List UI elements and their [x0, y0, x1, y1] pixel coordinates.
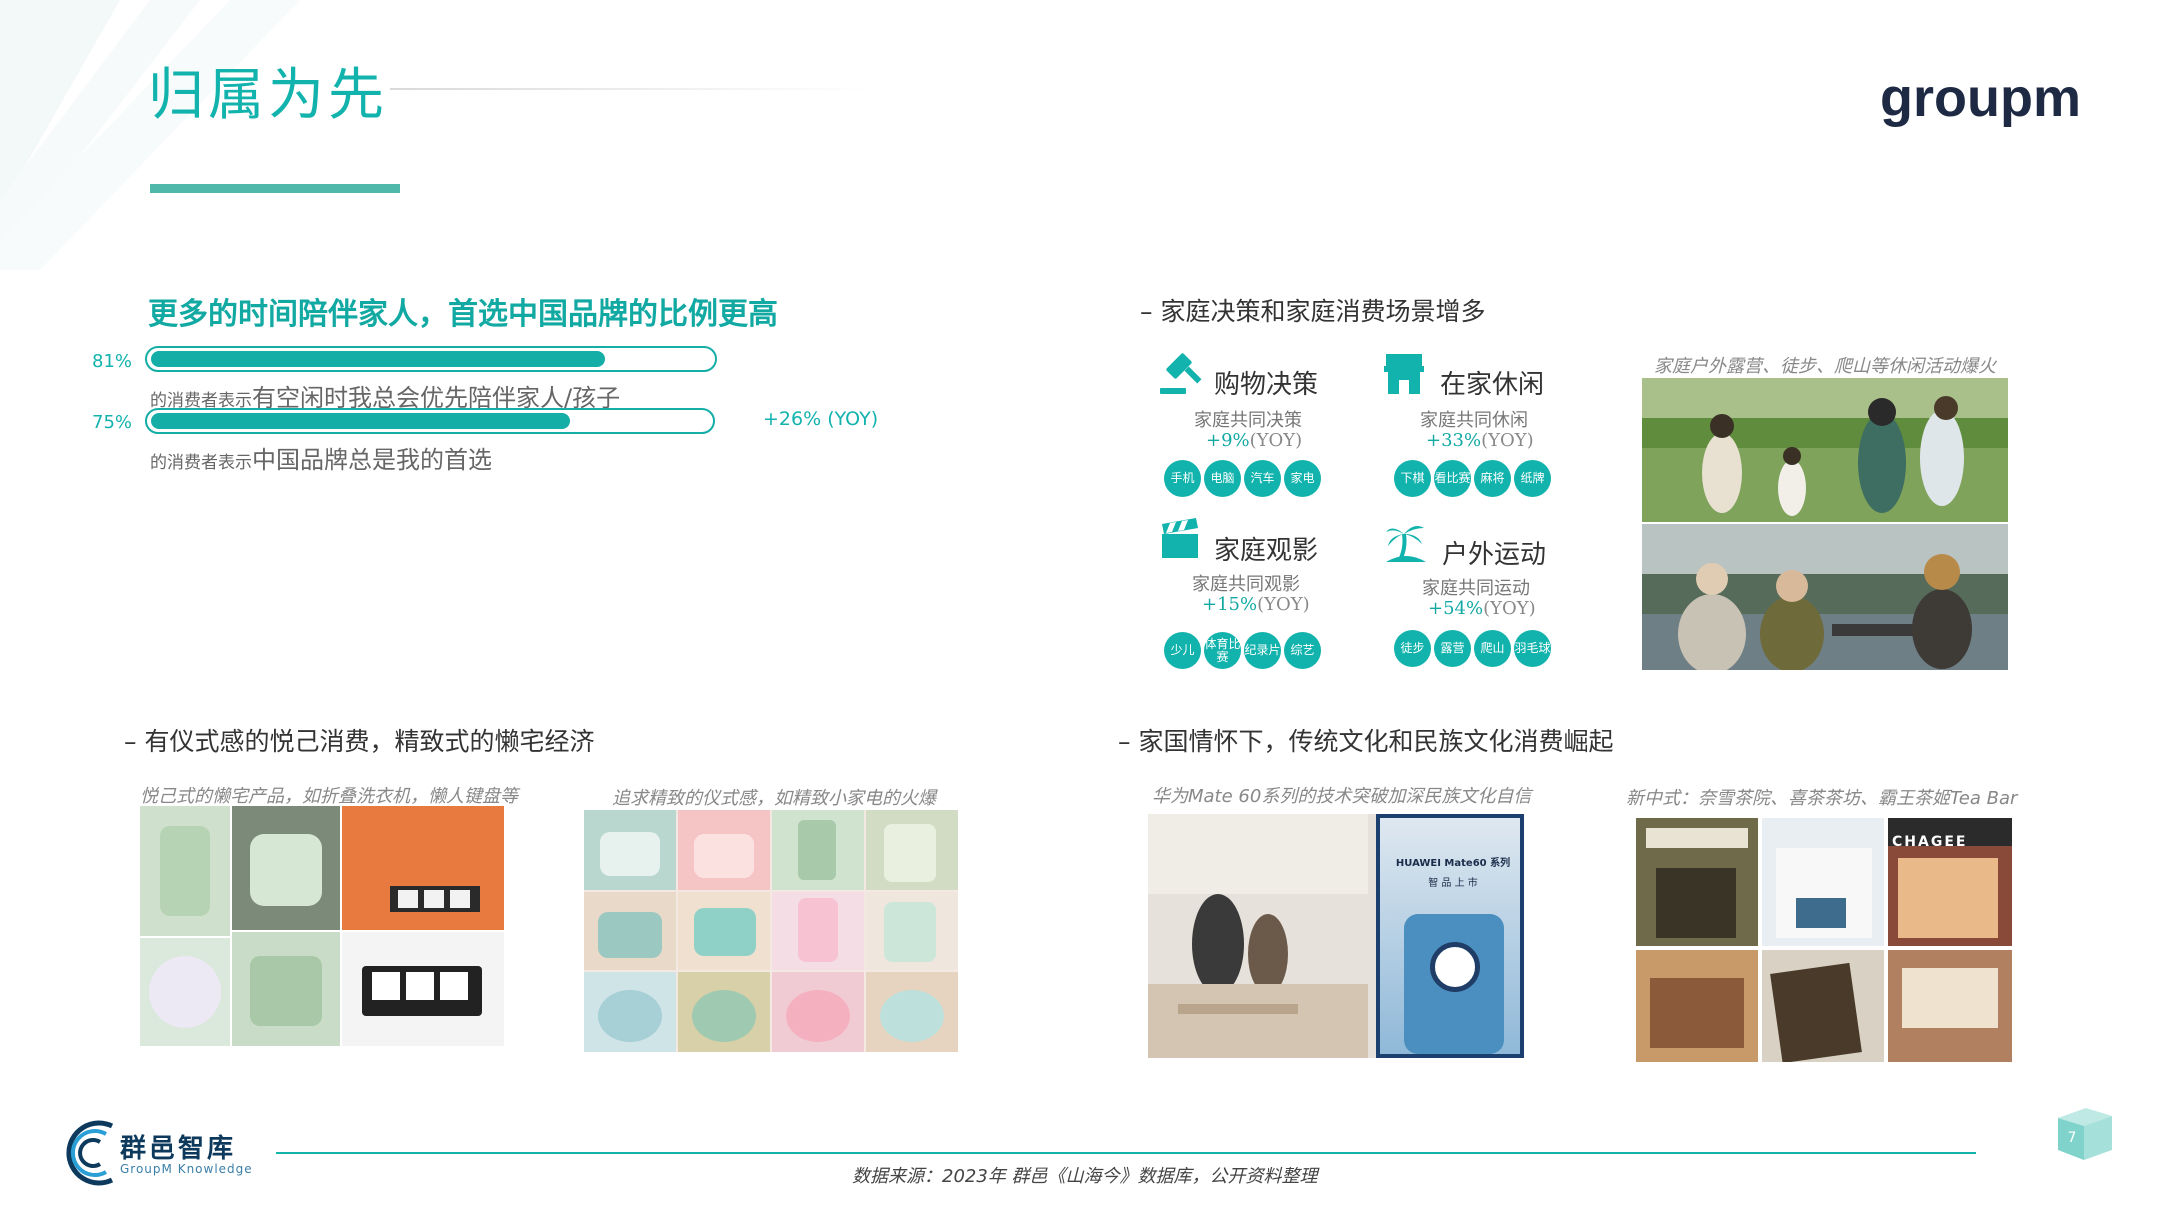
- section2-heading: – 家庭决策和家庭消费场景增多: [1140, 297, 1486, 326]
- chip-mahjong: 麻将: [1474, 460, 1511, 497]
- chip-appliance: 家电: [1284, 460, 1321, 497]
- bar1-percent: 81%: [92, 351, 133, 372]
- category-yoy-home: +33%(YOY): [1426, 430, 1534, 451]
- category-yoy-movies-suffix: (YOY): [1257, 594, 1310, 615]
- groupm-knowledge-logo-icon: [66, 1120, 114, 1186]
- huawei-screen-line2: 智 品 上 市: [1428, 878, 1478, 889]
- category-yoy-movies-value: +15%: [1202, 594, 1258, 615]
- tea-caption: 新中式：奈雪茶院、喜茶茶坊、霸王茶姬Tea Bar: [1626, 788, 2018, 809]
- bar2-fill: [151, 413, 570, 429]
- groupm-logo: groupm: [1880, 68, 2081, 128]
- category-yoy-home-suffix: (YOY): [1481, 430, 1534, 451]
- category-title-outdoor: 户外运动: [1442, 540, 1547, 570]
- chip-climbing: 爬山: [1474, 630, 1511, 667]
- footer-divider: [276, 1152, 1976, 1154]
- lazy-products-caption: 悦己式的懒宅产品，如折叠洗衣机，懒人键盘等: [140, 786, 518, 807]
- chip-cards: 纸牌: [1514, 460, 1551, 497]
- bar1-track: [145, 346, 717, 372]
- brand-subtitle: GroupM Knowledge: [120, 1162, 253, 1176]
- category-sub-outdoor: 家庭共同运动: [1422, 578, 1530, 599]
- category-yoy-movies: +15%(YOY): [1202, 594, 1310, 615]
- palm-tree-icon: [1386, 526, 1426, 562]
- category-yoy-shopping-suffix: (YOY): [1249, 430, 1303, 451]
- lazy-products-collage: [140, 806, 504, 1046]
- huawei-camera-ring: [1430, 942, 1480, 992]
- huawei-screen-line1: HUAWEI Mate60 系列: [1395, 858, 1511, 869]
- category-sub-shopping: 家庭共同决策: [1194, 410, 1302, 431]
- category-sub-movies: 家庭共同观影: [1192, 574, 1300, 595]
- family-hiking-photo: [1642, 378, 2008, 522]
- chip-car: 汽车: [1244, 460, 1281, 497]
- decorative-stripes: [0, 0, 300, 270]
- chip-kids: 少儿: [1164, 632, 1201, 669]
- category-yoy-shopping-value: +9%: [1206, 430, 1250, 451]
- category-yoy-outdoor: +54%(YOY): [1428, 598, 1536, 619]
- chagee-sign: CHAGEE: [1892, 834, 1968, 850]
- gavel-icon: [1160, 353, 1202, 394]
- brand-name: 群邑智库: [120, 1134, 237, 1164]
- title-divider: [390, 88, 870, 90]
- category-title-shopping: 购物决策: [1214, 370, 1319, 400]
- outdoor-photo-caption: 家庭户外露营、徒步、爬山等休闲活动爆火: [1654, 356, 1996, 377]
- chip-documentary: 纪录片: [1244, 632, 1281, 669]
- category-title-movies: 家庭观影: [1214, 536, 1319, 566]
- chip-camping: 露营: [1434, 630, 1471, 667]
- bar2-percent: 75%: [92, 412, 133, 433]
- appliances-caption: 追求精致的仪式感，如精致小家电的火爆: [612, 788, 936, 809]
- category-yoy-outdoor-suffix: (YOY): [1483, 598, 1536, 619]
- home-icon: [1384, 354, 1424, 394]
- tea-shops-collage: [1636, 818, 2012, 1062]
- chip-variety: 综艺: [1284, 632, 1321, 669]
- groupm-logo-text: groupm: [1880, 68, 2081, 128]
- title-accent-bar: [150, 184, 400, 193]
- chip-computer: 电脑: [1204, 460, 1241, 497]
- page-title: 归属为先: [148, 63, 388, 128]
- huawei-store-photo: HUAWEI Mate60 系列 智 品 上 市: [1148, 814, 1524, 1058]
- chip-badminton: 羽毛球: [1514, 630, 1551, 667]
- chip-sports: 体育比赛: [1204, 632, 1241, 669]
- chip-chess: 下棋: [1394, 460, 1431, 497]
- category-yoy-outdoor-value: +54%: [1428, 598, 1484, 619]
- section4-heading: – 家国情怀下，传统文化和民族文化消费崛起: [1118, 727, 1614, 756]
- section3-heading: – 有仪式感的悦己消费，精致式的懒宅经济: [124, 727, 595, 756]
- category-yoy-home-value: +33%: [1426, 430, 1482, 451]
- chip-hiking: 徒步: [1394, 630, 1431, 667]
- chip-watch-games: 看比赛: [1434, 460, 1471, 497]
- clapperboard-icon: [1162, 518, 1198, 558]
- family-camping-photo: [1642, 524, 2008, 670]
- huawei-caption: 华为Mate 60系列的技术突破加深民族文化自信: [1152, 786, 1532, 807]
- bar2-track: [145, 408, 715, 434]
- page-number: 7: [2067, 1130, 2077, 1146]
- bar1-fill: [151, 351, 605, 367]
- bar2-caption-small: 的消费者表示: [150, 453, 252, 473]
- small-appliances-collage: [584, 810, 958, 1052]
- data-source: 数据来源：2023年 群邑《山海今》数据库，公开资料整理: [852, 1166, 1318, 1187]
- bar2-yoy: +26% (YOY): [763, 408, 879, 430]
- chip-phone: 手机: [1164, 460, 1201, 497]
- category-title-home: 在家休闲: [1440, 370, 1545, 400]
- category-sub-home: 家庭共同休闲: [1420, 410, 1528, 431]
- section1-heading: 更多的时间陪伴家人，首选中国品牌的比例更高: [148, 297, 778, 332]
- category-yoy-shopping: +9%(YOY): [1206, 430, 1302, 451]
- bar2-caption: 的消费者表示中国品牌总是我的首选: [150, 440, 492, 475]
- bar2-caption-large: 中国品牌总是我的首选: [252, 446, 492, 474]
